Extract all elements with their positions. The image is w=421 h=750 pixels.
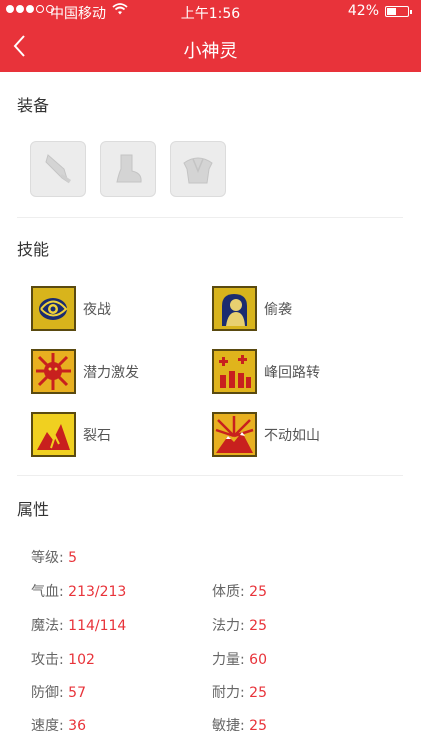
battery-icon xyxy=(385,6,412,17)
attr-label: 耐力: xyxy=(212,685,245,701)
attr-value: 102 xyxy=(68,652,95,668)
attr-label: 攻击: xyxy=(31,652,64,668)
burst-face-icon xyxy=(31,349,76,394)
attr-value: 25 xyxy=(249,718,267,734)
attr-value: 5 xyxy=(68,550,78,566)
sword-icon xyxy=(45,154,71,184)
boots-icon xyxy=(116,154,142,183)
attr-value: 25 xyxy=(249,618,267,634)
skills-section-title: 技能 xyxy=(17,240,50,259)
divider xyxy=(17,217,403,218)
attr-level: 等级: 5 xyxy=(31,547,77,567)
skill-item[interactable]: 裂石 xyxy=(31,412,111,457)
attr-label: 力量: xyxy=(212,652,245,668)
attr-mp: 魔法: 114/114 xyxy=(31,615,126,635)
skill-name: 峰回路转 xyxy=(264,364,320,381)
mountain-icon xyxy=(212,412,257,457)
attr-agility: 敏捷: 25 xyxy=(212,715,267,735)
attr-label: 防御: xyxy=(31,685,64,701)
eye-swirl-icon xyxy=(31,286,76,331)
skill-name: 裂石 xyxy=(83,427,111,444)
page-title: 小神灵 xyxy=(183,41,238,62)
skill-name: 不动如山 xyxy=(264,427,320,444)
equipment-section-title: 装备 xyxy=(17,96,50,115)
skill-item[interactable]: 不动如山 xyxy=(212,412,320,457)
attr-value: 213/213 xyxy=(68,584,127,600)
attr-strength: 力量: 60 xyxy=(212,649,267,669)
header-bar: 中国移动 上午1:56 42% 小神灵 xyxy=(0,0,421,72)
attr-attack: 攻击: 102 xyxy=(31,649,95,669)
attr-value: 25 xyxy=(249,685,267,701)
skill-item[interactable]: 峰回路转 xyxy=(212,349,320,394)
attr-value: 57 xyxy=(68,685,86,701)
attr-value: 36 xyxy=(68,718,86,734)
attr-label: 法力: xyxy=(212,618,245,634)
attr-label: 等级: xyxy=(31,550,64,566)
attr-magic-power: 法力: 25 xyxy=(212,615,267,635)
attr-label: 敏捷: xyxy=(212,718,245,734)
skill-name: 偷袭 xyxy=(264,301,292,318)
armor-icon xyxy=(183,157,213,184)
attr-speed: 速度: 36 xyxy=(31,715,86,735)
skill-item[interactable]: 偷袭 xyxy=(212,286,292,331)
divider xyxy=(17,475,403,476)
attr-defense: 防御: 57 xyxy=(31,682,86,702)
attr-endurance: 耐力: 25 xyxy=(212,682,267,702)
attr-label: 速度: xyxy=(31,718,64,734)
equipment-slot-boots[interactable] xyxy=(100,141,156,197)
attributes-section-title: 属性 xyxy=(17,500,50,519)
equipment-slot-weapon[interactable] xyxy=(30,141,86,197)
skill-item[interactable]: 潜力激发 xyxy=(31,349,139,394)
skill-item[interactable]: 夜战 xyxy=(31,286,111,331)
resurrection-icon xyxy=(212,349,257,394)
skill-name: 夜战 xyxy=(83,301,111,318)
skill-name: 潜力激发 xyxy=(83,364,139,381)
attr-constitution: 体质: 25 xyxy=(212,581,267,601)
attr-label: 体质: xyxy=(212,584,245,600)
status-bar: 中国移动 上午1:56 42% xyxy=(0,0,421,24)
rock-crack-icon xyxy=(31,412,76,457)
attr-value: 60 xyxy=(249,652,267,668)
attr-label: 魔法: xyxy=(31,618,64,634)
attr-label: 气血: xyxy=(31,584,64,600)
battery-percent: 42% xyxy=(347,3,379,19)
attr-value: 114/114 xyxy=(68,618,127,634)
sneak-figure-icon xyxy=(212,286,257,331)
attr-hp: 气血: 213/213 xyxy=(31,581,126,601)
attr-value: 25 xyxy=(249,584,267,600)
equipment-slot-armor[interactable] xyxy=(170,141,226,197)
